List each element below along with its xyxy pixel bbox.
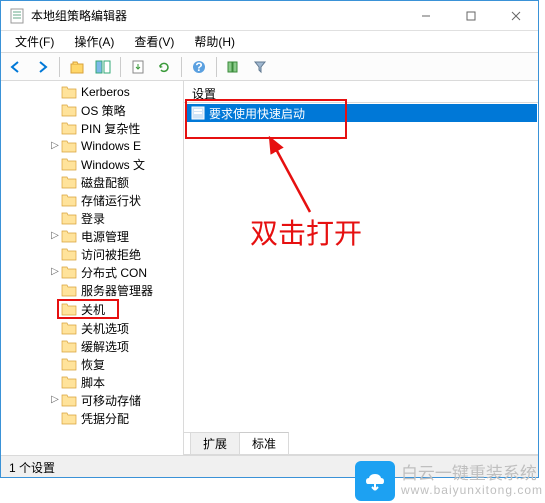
separator	[120, 57, 121, 77]
menu-action[interactable]: 操作(A)	[64, 30, 124, 53]
tree-label: 登录	[81, 210, 105, 227]
tree-label: 存储运行状	[81, 192, 141, 209]
menu-help[interactable]: 帮助(H)	[184, 30, 245, 53]
list-column-header[interactable]: 设置	[184, 81, 538, 103]
window-title: 本地组策略编辑器	[31, 7, 403, 24]
tree-item[interactable]: 磁盘配额	[1, 173, 183, 191]
policy-icon	[191, 106, 205, 120]
expand-icon[interactable]: ▷	[49, 231, 61, 241]
toolbar: ?	[1, 53, 538, 81]
tree-item[interactable]: Windows 文	[1, 155, 183, 173]
separator	[59, 57, 60, 77]
menu-view[interactable]: 查看(V)	[124, 30, 184, 53]
expand-icon[interactable]: ▷	[49, 395, 61, 405]
tree-label: 缓解选项	[81, 338, 129, 355]
back-button[interactable]	[5, 56, 27, 78]
tree-label: 关机选项	[81, 320, 129, 337]
filter-button[interactable]	[249, 56, 271, 78]
tree-label: 可移动存储	[81, 392, 141, 409]
tree-item[interactable]: ▷ Windows E	[1, 137, 183, 155]
tab-standard[interactable]: 标准	[239, 432, 289, 454]
help-button[interactable]: ?	[188, 56, 210, 78]
tree-label: 分布式 CON	[81, 264, 147, 281]
right-panel: 设置 要求使用快速启动 扩展 标准	[184, 81, 538, 455]
tree-label: OS 策略	[81, 102, 126, 119]
tree-panel[interactable]: Kerberos OS 策略PIN 复杂性 ▷ Windows E Windows 文磁…	[1, 81, 184, 455]
tree-label: Windows 文	[81, 156, 145, 173]
menubar: 文件(F) 操作(A) 查看(V) 帮助(H)	[1, 31, 538, 53]
separator	[216, 57, 217, 77]
expand-icon[interactable]: ▷	[49, 267, 61, 277]
app-icon	[9, 8, 25, 24]
window-controls	[403, 1, 538, 30]
watermark-brand: 白云一键重装系统	[401, 465, 543, 484]
tree-item[interactable]: 缓解选项	[1, 337, 183, 355]
tree-item[interactable]: 脚本	[1, 373, 183, 391]
tree-item[interactable]: OS 策略	[1, 101, 183, 119]
tree-item[interactable]: ▷ 电源管理	[1, 227, 183, 245]
tree-label: 服务器管理器	[81, 282, 153, 299]
tree-item[interactable]: 访问被拒绝	[1, 245, 183, 263]
tree-item[interactable]: 登录	[1, 209, 183, 227]
list-row-selected[interactable]: 要求使用快速启动	[185, 104, 537, 122]
watermark-logo-icon	[355, 461, 395, 501]
show-hide-button[interactable]	[92, 56, 114, 78]
tree-label: 访问被拒绝	[81, 246, 141, 263]
tree-item[interactable]: 存储运行状	[1, 191, 183, 209]
tree-label: 磁盘配额	[81, 174, 129, 191]
tree-label: Kerberos	[81, 85, 130, 99]
settings-list[interactable]: 要求使用快速启动	[184, 103, 538, 432]
tree-item[interactable]: ▷ 分布式 CON	[1, 263, 183, 281]
tab-extended[interactable]: 扩展	[190, 432, 240, 454]
content-area: Kerberos OS 策略PIN 复杂性 ▷ Windows E Windows 文磁…	[1, 81, 538, 455]
menu-file[interactable]: 文件(F)	[5, 30, 64, 53]
tree-item[interactable]: 服务器管理器	[1, 281, 183, 299]
export-button[interactable]	[127, 56, 149, 78]
close-button[interactable]	[493, 1, 538, 30]
all-settings-button[interactable]	[223, 56, 245, 78]
expand-icon[interactable]: ▷	[49, 141, 61, 151]
tree-label: 凭据分配	[81, 410, 129, 427]
tree-label: 恢复	[81, 356, 105, 373]
tree-item[interactable]: 恢复	[1, 355, 183, 373]
window-frame: 本地组策略编辑器 文件(F) 操作(A) 查看(V) 帮助(H) ? Kerbe…	[0, 0, 539, 478]
minimize-button[interactable]	[403, 1, 448, 30]
tree-item[interactable]: Kerberos	[1, 83, 183, 101]
tree-label: PIN 复杂性	[81, 120, 140, 137]
tab-strip: 扩展 标准	[184, 432, 538, 455]
watermark-url: www.baiyunxitong.com	[401, 483, 543, 497]
titlebar: 本地组策略编辑器	[1, 1, 538, 31]
refresh-button[interactable]	[153, 56, 175, 78]
svg-text:?: ?	[195, 60, 202, 74]
tree-label: 电源管理	[81, 228, 129, 245]
list-row-label: 要求使用快速启动	[209, 105, 305, 122]
forward-button[interactable]	[31, 56, 53, 78]
tree-item[interactable]: 凭据分配	[1, 409, 183, 427]
separator	[181, 57, 182, 77]
tree-item[interactable]: PIN 复杂性	[1, 119, 183, 137]
maximize-button[interactable]	[448, 1, 493, 30]
tree-item[interactable]: ▷ 可移动存储	[1, 391, 183, 409]
up-button[interactable]	[66, 56, 88, 78]
tree-label: 脚本	[81, 374, 105, 391]
tree-item[interactable]: 关机选项	[1, 319, 183, 337]
tree-label: Windows E	[81, 139, 141, 153]
tree-item-highlighted[interactable]: 关机	[57, 299, 119, 319]
watermark: 白云一键重装系统 www.baiyunxitong.com	[355, 461, 543, 501]
tree-label: 关机	[81, 301, 105, 318]
